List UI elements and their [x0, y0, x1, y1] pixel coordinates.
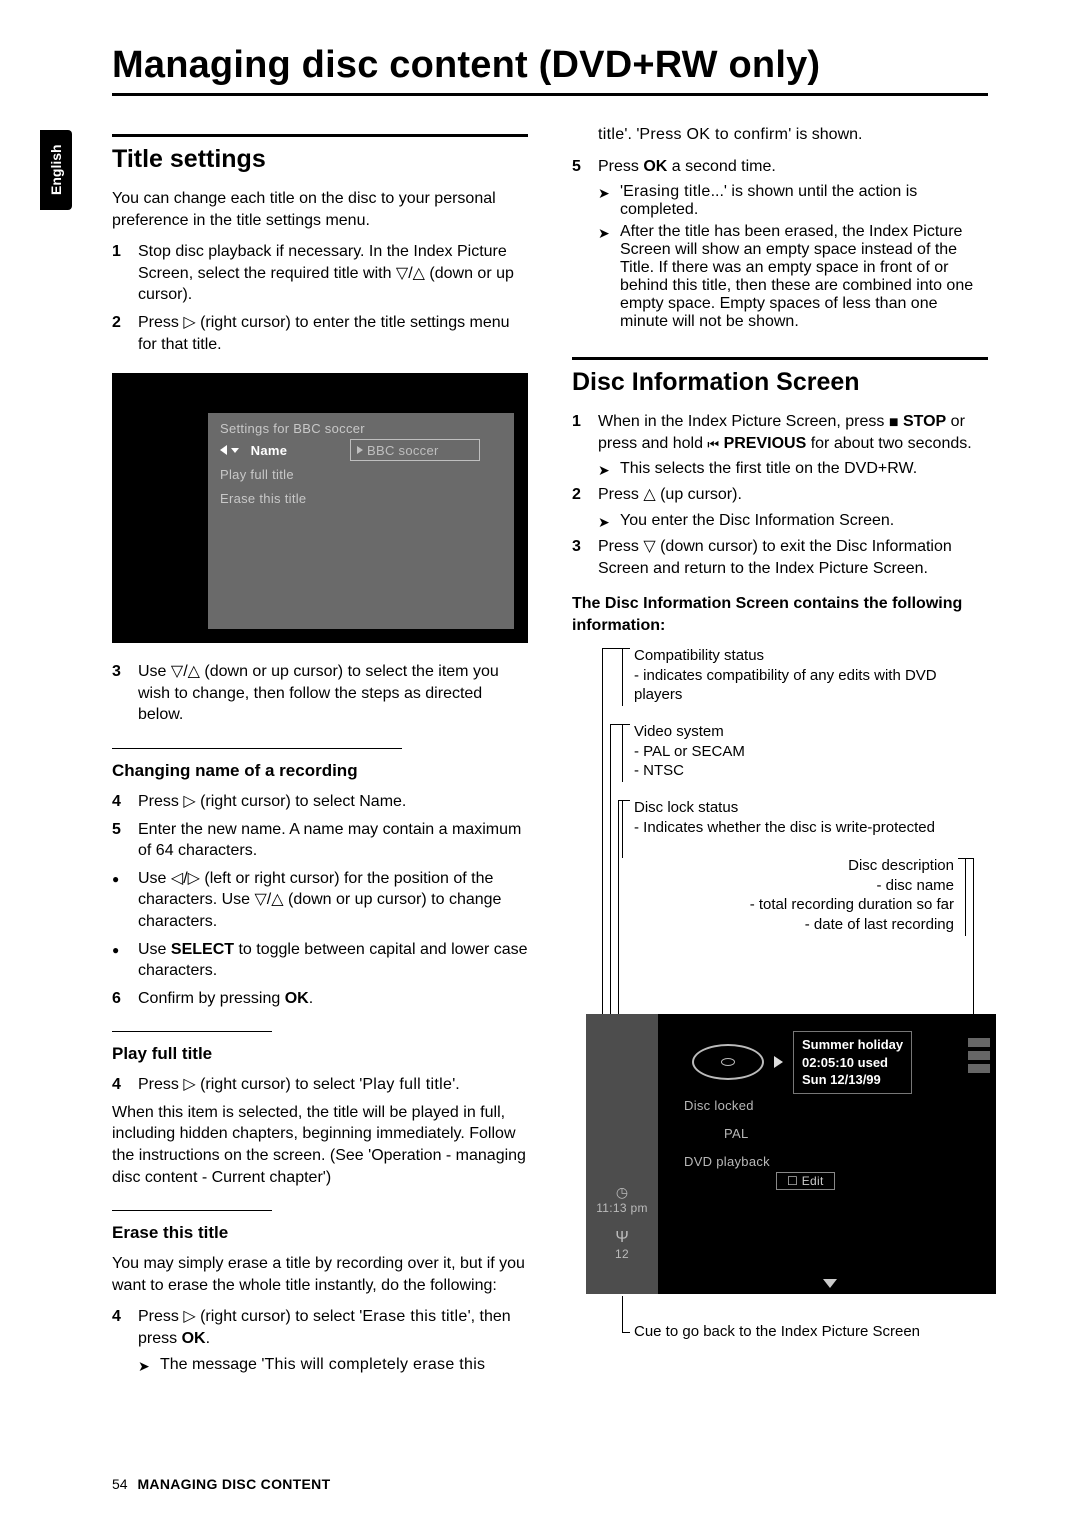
disc-info-screenshot: ◷ 11:13 pm Ψ 12 Summer holiday 02:05:10 … — [586, 1014, 996, 1294]
callout-video-system: Video system - PAL or SECAM - NTSC — [634, 722, 745, 781]
shot-row-play: Play full title — [220, 467, 350, 482]
callout-disc-description: Disc description - disc name - total rec… — [750, 856, 954, 934]
right-arrow-icon — [357, 446, 363, 454]
play-arrow-icon — [774, 1056, 783, 1068]
step-number: 5 — [572, 156, 598, 178]
left-column: Title settings You can change each title… — [112, 124, 528, 1380]
erase-intro: You may simply erase a title by recordin… — [112, 1253, 528, 1296]
changing-name-heading: Changing name of a recording — [112, 761, 528, 781]
step-number: 2 — [112, 312, 138, 355]
step-number: 1 — [112, 241, 138, 306]
channel-number: 12 — [586, 1247, 658, 1261]
disc-info-heading: Disc Information Screen — [572, 357, 988, 397]
disc-info-diagram: Compatibility status - indicates compati… — [572, 646, 988, 1366]
title-settings-heading: Title settings — [112, 134, 528, 174]
step-number: 4 — [112, 1074, 138, 1096]
divider — [112, 748, 402, 749]
step-number: 1 — [572, 411, 598, 454]
page-number: 54 — [112, 1476, 128, 1492]
disc-locked-label: Disc locked — [684, 1098, 754, 1113]
step-number: 6 — [112, 988, 138, 1010]
step-text: Press ▷ (right cursor) to select Name. — [138, 791, 528, 813]
continuation-text: title'. 'Press OK to confirm' is shown. — [572, 124, 988, 146]
shot-row-erase: Erase this title — [220, 491, 350, 506]
step-number: 4 — [112, 1306, 138, 1349]
page-footer: 54 MANAGING DISC CONTENT — [112, 1476, 330, 1492]
left-arrow-icon — [220, 445, 227, 455]
shot-header: Settings for BBC soccer — [208, 413, 514, 438]
footer-section: MANAGING DISC CONTENT — [137, 1476, 330, 1492]
arrow-note: You enter the Disc Information Screen. — [598, 512, 988, 532]
usage-bars — [968, 1038, 990, 1077]
arrow-note: 'Erasing title...' is shown until the ac… — [598, 183, 988, 219]
stop-icon — [889, 412, 899, 434]
bullet-text: Use ◁/▷ (left or right cursor) for the p… — [138, 868, 528, 933]
down-cue-icon — [823, 1279, 837, 1288]
pal-label: PAL — [724, 1126, 749, 1141]
contains-heading: The Disc Information Screen contains the… — [572, 593, 988, 636]
step-text: Stop disc playback if necessary. In the … — [138, 241, 528, 306]
clock-icon: ◷ — [586, 1184, 658, 1201]
step-text: Use ▽/△ (down or up cursor) to select th… — [138, 661, 528, 726]
erase-title-heading: Erase this title — [112, 1223, 528, 1243]
step-number: 3 — [572, 536, 598, 579]
edit-button-label: ☐ Edit — [776, 1172, 835, 1190]
dvd-playback-label: DVD playback — [684, 1154, 770, 1169]
step-number: 3 — [112, 661, 138, 726]
down-arrow-icon — [231, 448, 239, 453]
language-tab: English — [40, 130, 72, 210]
bullet-text: Use SELECT to toggle between capital and… — [138, 939, 528, 982]
antenna-icon: Ψ — [586, 1229, 658, 1247]
step-text: Press ▷ (right cursor) to select 'Play f… — [138, 1074, 528, 1096]
step-text: Press △ (up cursor). — [598, 484, 988, 506]
shot-name-value: BBC soccer — [367, 443, 439, 458]
callout-lock-status: Disc lock status - Indicates whether the… — [634, 798, 935, 837]
clock-time: 11:13 pm — [586, 1201, 658, 1215]
step-text: Enter the new name. A name may contain a… — [138, 819, 528, 862]
page-title: Managing disc content (DVD+RW only) — [112, 44, 988, 96]
step-number: 2 — [572, 484, 598, 506]
previous-icon — [707, 434, 719, 456]
step-text: Press ▷ (right cursor) to select 'Erase … — [138, 1306, 528, 1349]
step-text: Press ▷ (right cursor) to enter the titl… — [138, 312, 528, 355]
step-text: Confirm by pressing OK. — [138, 988, 528, 1010]
step-number: 4 — [112, 791, 138, 813]
play-full-title-heading: Play full title — [112, 1044, 528, 1064]
arrow-note: After the title has been erased, the Ind… — [598, 223, 988, 331]
arrow-note: The message 'This will completely erase … — [138, 1356, 528, 1376]
arrow-note: This selects the first title on the DVD+… — [598, 460, 988, 480]
callout-compatibility: Compatibility status - indicates compati… — [634, 646, 988, 705]
divider — [112, 1210, 272, 1211]
intro-text: You can change each title on the disc to… — [112, 188, 528, 231]
shot-row-name: Name — [251, 443, 288, 458]
disc-description-box: Summer holiday 02:05:10 used Sun 12/13/9… — [793, 1031, 912, 1094]
play-full-title-body: When this item is selected, the title wi… — [112, 1102, 528, 1188]
step-number: 5 — [112, 819, 138, 862]
right-column: title'. 'Press OK to confirm' is shown. … — [572, 124, 988, 1380]
divider — [112, 1031, 272, 1032]
step-text: Press OK a second time. — [598, 156, 988, 178]
step-text: When in the Index Picture Screen, press … — [598, 411, 988, 454]
title-settings-screenshot: Settings for BBC soccer Name BBC soccer … — [112, 373, 528, 643]
step-text: Press ▽ (down cursor) to exit the Disc I… — [598, 536, 988, 579]
disc-icon — [692, 1044, 764, 1080]
callout-cue-back: Cue to go back to the Index Picture Scre… — [634, 1322, 920, 1342]
